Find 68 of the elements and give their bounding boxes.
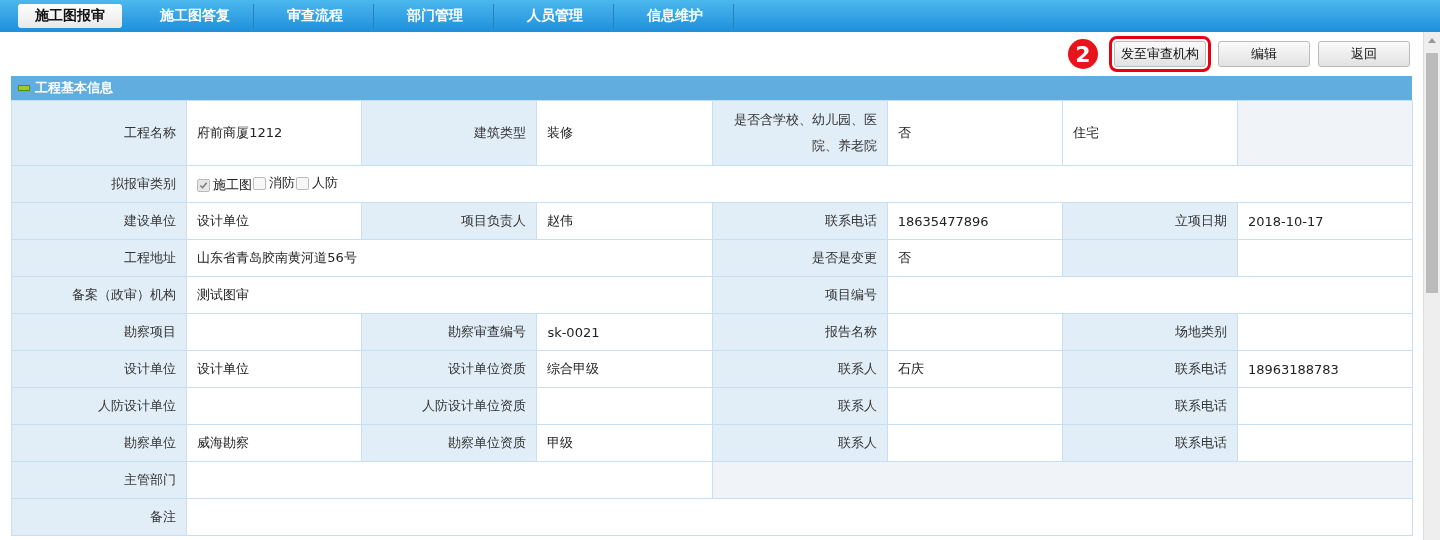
field-label: 项目负责人: [361, 202, 537, 240]
field-label: 备案（政审）机构: [11, 276, 187, 314]
nav-tab[interactable]: 部门管理: [376, 4, 494, 28]
field-label: 项目编号: [712, 276, 888, 314]
field-label: 联系电话: [712, 202, 888, 240]
nav-tab[interactable]: 施工图报审: [18, 4, 122, 28]
table-cell: 测试图审: [186, 276, 712, 314]
field-label: 勘察审查编号: [361, 313, 537, 351]
table-cell: 甲级: [536, 424, 712, 462]
nav-tab[interactable]: 人员管理: [496, 4, 614, 28]
table-cell: 设计单位: [186, 350, 362, 388]
step-badge: 2: [1068, 39, 1098, 69]
table-cell: 威海勘察: [186, 424, 362, 462]
field-label: 设计单位: [11, 350, 187, 388]
table-cell: 设计单位: [186, 202, 362, 240]
table-cell: 综合甲级: [536, 350, 712, 388]
field-label: 工程名称: [11, 100, 187, 166]
section-title: 工程基本信息: [35, 79, 113, 97]
scroll-thumb[interactable]: [1426, 53, 1438, 293]
scrollbar[interactable]: [1423, 32, 1440, 540]
field-label: 立项日期: [1062, 202, 1238, 240]
nav-tab[interactable]: 信息维护: [616, 4, 734, 28]
field-label: 人防设计单位: [11, 387, 187, 425]
checkmark-icon: [199, 180, 209, 190]
nav-tab[interactable]: 施工图答复: [136, 4, 254, 28]
table-cell: 否: [887, 239, 1063, 277]
field-label: 设计单位资质: [361, 350, 537, 388]
field-label: 联系人: [712, 387, 888, 425]
table-cell: 住宅: [1062, 100, 1238, 166]
checkbox[interactable]: [253, 176, 267, 190]
field-label: 勘察单位资质: [361, 424, 537, 462]
field-label: 拟报审类别: [11, 165, 187, 203]
table-cell: 装修: [536, 100, 712, 166]
table-cell: 赵伟: [536, 202, 712, 240]
field-label: 联系电话: [1062, 350, 1238, 388]
action-button[interactable]: 编辑: [1218, 41, 1310, 67]
table-cell: 18963188783: [1237, 350, 1413, 388]
table-cell: 石庆: [887, 350, 1063, 388]
field-label: 勘察项目: [11, 313, 187, 351]
field-label: 备注: [11, 498, 187, 536]
action-button[interactable]: 返回: [1318, 41, 1410, 67]
checkbox-label: 施工图: [213, 176, 253, 194]
field-label: 联系人: [712, 424, 888, 462]
field-label: 联系电话: [1062, 387, 1238, 425]
field-label: 报告名称: [712, 313, 888, 351]
field-label: 联系人: [712, 350, 888, 388]
field-label: 人防设计单位资质: [361, 387, 537, 425]
checkbox[interactable]: [296, 176, 310, 190]
collapse-icon[interactable]: [18, 85, 30, 91]
table-cell: sk-0021: [536, 313, 712, 351]
field-label: 主管部门: [11, 461, 187, 499]
field-label: 建筑类型: [361, 100, 537, 166]
field-label: 联系电话: [1062, 424, 1238, 462]
nav-tab[interactable]: 审查流程: [256, 4, 374, 28]
field-label: 是否是变更: [712, 239, 888, 277]
table-cell: 18635477896: [887, 202, 1063, 240]
field-label: 场地类别: [1062, 313, 1238, 351]
table-cell: 2018-10-17: [1237, 202, 1413, 240]
table-cell: 府前商厦1212: [186, 100, 362, 166]
field-label: 工程地址: [11, 239, 187, 277]
scroll-up-icon[interactable]: [1428, 38, 1436, 43]
field-label: 勘察单位: [11, 424, 187, 462]
checkbox-label: 消防: [269, 174, 296, 192]
table-cell: 山东省青岛胶南黄河道56号: [186, 239, 712, 277]
field-label: 是否含学校、幼儿园、医院、养老院: [712, 100, 888, 166]
field-label: 建设单位: [11, 202, 187, 240]
checkbox-label: 人防: [312, 174, 339, 192]
table-cell: 否: [887, 100, 1063, 166]
